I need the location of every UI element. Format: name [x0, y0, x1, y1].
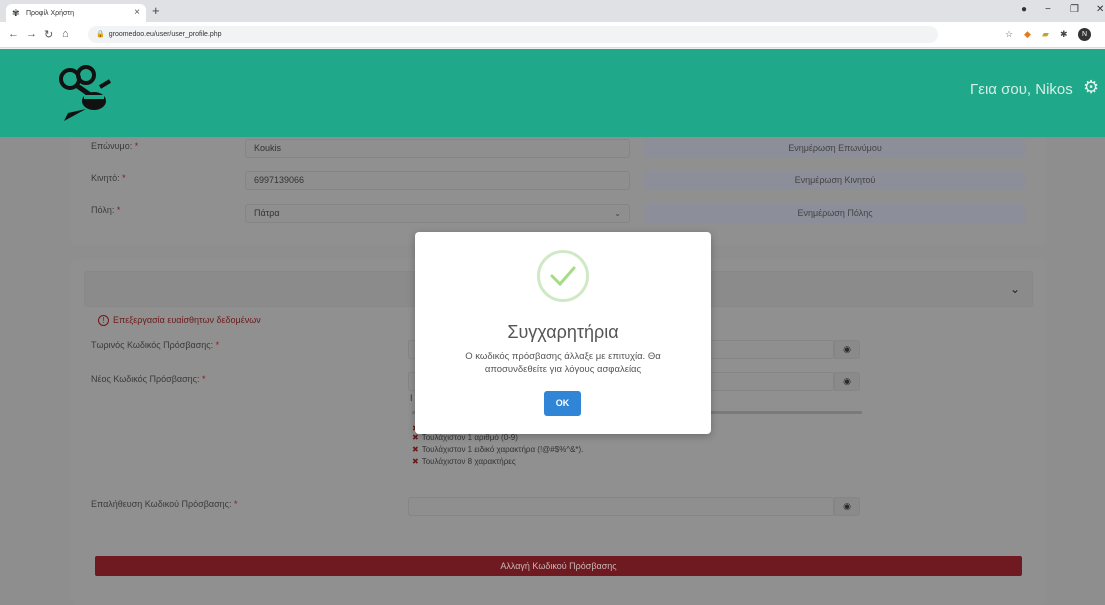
ok-button[interactable]: OK [544, 391, 581, 416]
scissors-logo-icon[interactable] [56, 65, 116, 123]
password-rule: ✖ Τουλάχιστον 8 χαρακτήρες [412, 457, 516, 466]
chevron-down-icon[interactable]: ⌄ [1010, 282, 1020, 296]
eye-icon[interactable]: ◉ [834, 497, 860, 516]
chevron-down-icon: ⌄ [614, 209, 621, 218]
confirm-password-input[interactable] [408, 497, 834, 516]
city-select[interactable]: Πάτρα ⌄ [245, 204, 630, 223]
phone-input[interactable]: 6997139066 [245, 171, 630, 190]
minimize-button[interactable]: − [1045, 4, 1051, 15]
browser-tab-bar: ✾ Προφίλ Χρήστη × + ● − ❐ ✕ [0, 0, 1105, 22]
tab-close-icon[interactable]: × [134, 7, 140, 18]
url-text: groomedoo.eu/user/user_profile.php [108, 31, 222, 38]
update-city-button[interactable]: Ενημέρωση Πόλης [644, 204, 1026, 223]
cross-icon: ✖ [412, 457, 419, 466]
confirm-password-label: Επαλήθευση Κωδικού Πρόσβασης: * [91, 499, 238, 509]
url-input[interactable]: 🔒 groomedoo.eu/user/user_profile.php [88, 26, 938, 43]
back-icon[interactable]: ← [8, 28, 19, 40]
site-header: Γεια σου, Nikos ⚙ [0, 49, 1105, 137]
tab-title: Προφίλ Χρήστη [26, 9, 74, 17]
warning-icon: ! [98, 315, 109, 326]
phone-label: Κινητό: * [91, 173, 126, 183]
reload-icon[interactable]: ↻ [44, 28, 53, 41]
surname-label: Επώνυμο: * [91, 141, 139, 151]
eye-icon[interactable]: ◉ [834, 372, 860, 391]
profile-avatar[interactable]: N [1078, 28, 1091, 41]
maximize-button[interactable]: ❐ [1070, 4, 1079, 15]
update-phone-button[interactable]: Ενημέρωση Κινητού [644, 171, 1026, 190]
eye-icon[interactable]: ◉ [834, 340, 860, 359]
update-surname-button[interactable]: Ενημέρωση Επωνύμου [644, 139, 1026, 158]
cross-icon: ✖ [412, 433, 419, 442]
lock-icon: 🔒 [96, 31, 105, 38]
current-password-label: Τωρινός Κωδικός Πρόσβασης: * [91, 340, 220, 350]
account-circle-icon[interactable]: ● [1021, 4, 1027, 15]
browser-tab[interactable]: ✾ Προφίλ Χρήστη × [6, 4, 146, 22]
change-password-button[interactable]: Αλλαγή Κωδικού Πρόσβασης [95, 556, 1022, 576]
puzzle-icon[interactable]: ✱ [1060, 29, 1068, 40]
strength-label: Ι [410, 393, 413, 403]
city-select-value: Πάτρα [254, 208, 280, 218]
success-check-icon [537, 250, 589, 302]
surname-input[interactable]: Koukis [245, 139, 630, 158]
modal-message: Ο κωδικός πρόσβασης άλλαξε με επιτυχία. … [465, 351, 661, 375]
star-icon[interactable]: ☆ [1005, 29, 1013, 40]
close-window-button[interactable]: ✕ [1096, 4, 1104, 15]
user-greeting: Γεια σου, Nikos [970, 81, 1073, 98]
home-icon[interactable]: ⌂ [62, 28, 69, 40]
success-modal: Συγχαρητήρια Ο κωδικός πρόσβασης άλλαξε … [415, 232, 711, 434]
address-bar: ← → ↻ ⌂ 🔒 groomedoo.eu/user/user_profile.… [0, 22, 1105, 48]
modal-title: Συγχαρητήρια [507, 322, 619, 342]
gear-icon[interactable]: ⚙ [1083, 77, 1099, 98]
extension-icon[interactable]: ◆ [1024, 29, 1031, 40]
sensitive-data-notice: ! Επεξεργασία ευαίσθητων δεδομένων [98, 315, 261, 326]
password-rule: ✖ Τουλάχιστον 1 ειδικό χαρακτήρα (!@#$%^&… [412, 445, 584, 454]
favicon-icon: ✾ [12, 7, 20, 18]
cross-icon: ✖ [412, 445, 419, 454]
new-password-label: Νέος Κωδικός Πρόσβασης: * [91, 374, 206, 384]
new-tab-button[interactable]: + [152, 3, 160, 18]
city-label: Πόλη: * [91, 205, 121, 215]
extension-icon[interactable]: ▰ [1042, 29, 1049, 40]
forward-icon[interactable]: → [26, 28, 37, 40]
password-rule: ✖ Τουλάχιστον 1 αριθμό (0-9) [412, 433, 518, 442]
